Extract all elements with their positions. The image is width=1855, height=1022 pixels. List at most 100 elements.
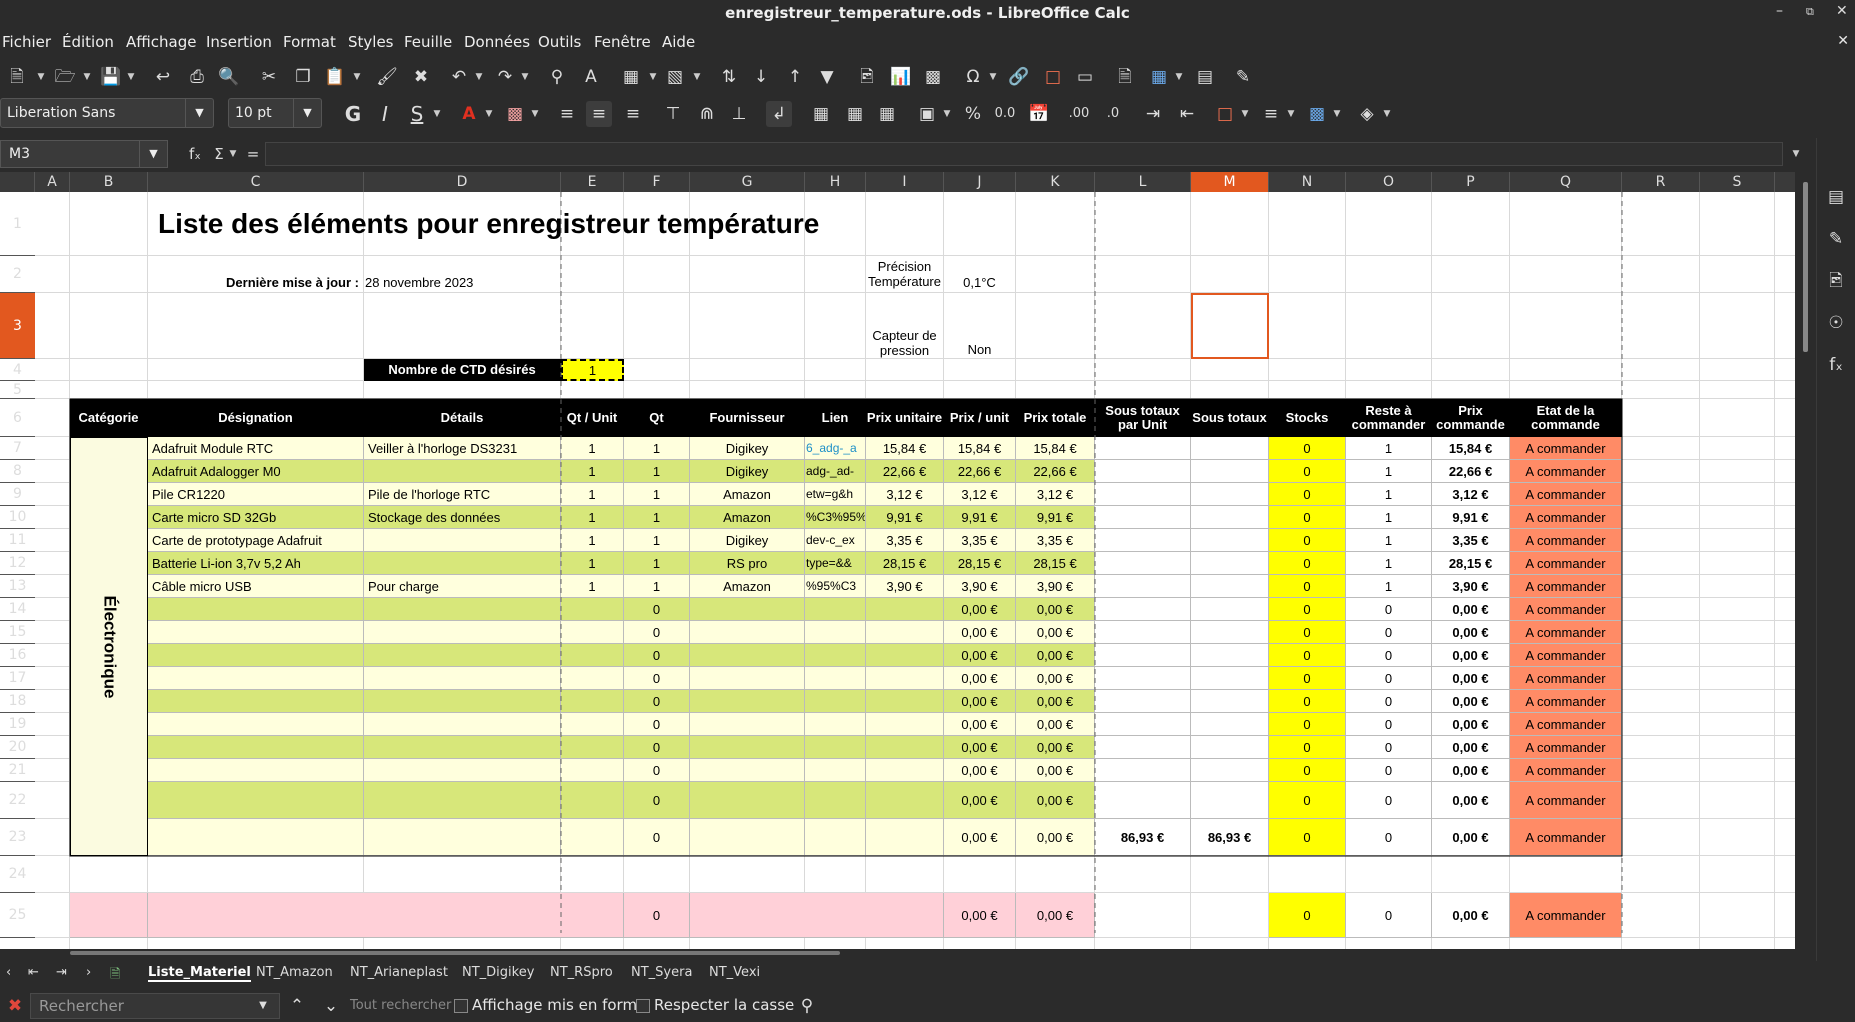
subtotal-cell[interactable] <box>1191 598 1269 621</box>
subtotal-cell[interactable] <box>1191 529 1269 552</box>
link-cell[interactable]: %C3%95% <box>805 506 866 529</box>
total-price-cell[interactable]: 0,00 € <box>1016 667 1095 690</box>
unit-price-cell[interactable]: 28,15 € <box>866 552 944 575</box>
precision-label[interactable]: Précision Température <box>866 256 944 293</box>
order-status-cell[interactable]: A commander <box>1510 483 1622 506</box>
subtotal-cell[interactable] <box>1191 437 1269 460</box>
row-header[interactable]: 16 <box>0 644 35 667</box>
border-style-icon[interactable]: ≡ <box>1258 101 1284 127</box>
link-cell[interactable]: dev-c_ex <box>805 529 866 552</box>
menu-aide[interactable]: Aide <box>662 33 695 51</box>
remaining-cell[interactable]: 1 <box>1346 483 1432 506</box>
row-header[interactable]: 23 <box>0 819 35 856</box>
remaining-cell[interactable]: 1 <box>1346 460 1432 483</box>
qt-unit-cell[interactable] <box>561 759 624 782</box>
last-update-value[interactable]: 28 novembre 2023 <box>364 256 561 293</box>
undo-icon[interactable]: ↶ <box>446 64 472 90</box>
designation-cell[interactable] <box>148 621 364 644</box>
price-per-unit-cell[interactable]: 3,12 € <box>944 483 1016 506</box>
link-cell[interactable]: %95%C3 <box>805 575 866 598</box>
number-format-icon[interactable]: 0.0 <box>992 101 1018 127</box>
pressure-value[interactable]: Non <box>944 293 1016 359</box>
supplier-cell[interactable] <box>690 819 805 856</box>
unit-price-cell[interactable]: 3,90 € <box>866 575 944 598</box>
qt-unit-cell[interactable]: 1 <box>561 437 624 460</box>
unit-price-cell[interactable] <box>866 713 944 736</box>
menu-fenetre[interactable]: Fenêtre <box>594 33 651 51</box>
scroll-last-icon[interactable]: › <box>86 965 91 980</box>
supplier-cell[interactable] <box>690 667 805 690</box>
merge-cells-icon[interactable]: ▦ <box>842 101 868 127</box>
menu-styles[interactable]: Styles <box>348 33 394 51</box>
add-sheet-icon[interactable]: 🗎 <box>110 965 120 987</box>
header-footer-icon[interactable]: ▭ <box>1072 64 1098 90</box>
price-per-unit-cell[interactable]: 3,35 € <box>944 529 1016 552</box>
find-previous-icon[interactable]: ⌃ <box>284 993 310 1019</box>
column-header[interactable]: B <box>70 172 148 192</box>
details-cell[interactable]: Pile de l'horloge RTC <box>364 483 561 506</box>
chevron-down-icon[interactable]: ▼ <box>432 101 442 127</box>
column-title[interactable]: Qt <box>624 399 690 437</box>
chevron-down-icon[interactable]: ▼ <box>293 99 321 127</box>
details-cell[interactable] <box>364 529 561 552</box>
subtotal-unit-cell[interactable] <box>1095 575 1191 598</box>
details-cell[interactable] <box>364 782 561 819</box>
row-header[interactable]: 13 <box>0 575 35 598</box>
order-status-cell[interactable]: A commander <box>1510 598 1622 621</box>
supplier-cell[interactable] <box>690 759 805 782</box>
order-price-cell[interactable]: 0,00 € <box>1432 782 1510 819</box>
total-price-cell[interactable]: 3,12 € <box>1016 483 1095 506</box>
order-price-cell[interactable]: 3,90 € <box>1432 575 1510 598</box>
subtotal-cell[interactable] <box>1191 575 1269 598</box>
split-window-icon[interactable]: ▤ <box>1192 64 1218 90</box>
stock-cell[interactable]: 0 <box>1269 819 1346 856</box>
order-status-cell[interactable]: A commander <box>1510 506 1622 529</box>
column-title[interactable]: Fournisseur <box>690 399 805 437</box>
insert-chart-icon[interactable]: 📊 <box>888 64 914 90</box>
column-header[interactable]: G <box>690 172 805 192</box>
subtotal-unit-cell[interactable] <box>1095 644 1191 667</box>
qt-unit-cell[interactable]: 1 <box>561 483 624 506</box>
subtotal-cell[interactable] <box>1191 667 1269 690</box>
stock-cell[interactable]: 0 <box>1269 437 1346 460</box>
details-cell[interactable] <box>364 819 561 856</box>
formula-input[interactable] <box>265 142 1783 166</box>
designation-cell[interactable] <box>148 759 364 782</box>
unit-price-cell[interactable] <box>866 759 944 782</box>
total-price-cell[interactable]: 0,00 € <box>1016 598 1095 621</box>
ctd-label[interactable]: Nombre de CTD désirés <box>364 359 561 381</box>
scroll-thumb[interactable] <box>70 951 840 955</box>
details-cell[interactable] <box>364 736 561 759</box>
order-price-cell[interactable]: 9,91 € <box>1432 506 1510 529</box>
menu-insertion[interactable]: Insertion <box>206 33 272 51</box>
column-header[interactable]: J <box>944 172 1016 192</box>
column-title[interactable]: Etat de la commande <box>1510 399 1622 437</box>
order-price-cell[interactable]: 0,00 € <box>1432 690 1510 713</box>
vertical-scrollbar[interactable] <box>1795 172 1816 949</box>
column-title[interactable]: Stocks <box>1269 399 1346 437</box>
subtotal-cell[interactable] <box>1191 506 1269 529</box>
order-status-cell[interactable]: A commander <box>1510 552 1622 575</box>
chevron-down-icon[interactable]: ▼ <box>648 64 658 90</box>
price-per-unit-cell[interactable]: 0,00 € <box>944 819 1016 856</box>
row-header[interactable]: 8 <box>0 460 35 483</box>
qt-unit-cell[interactable] <box>561 713 624 736</box>
total-price-cell[interactable]: 28,15 € <box>1016 552 1095 575</box>
font-name-combo[interactable]: Liberation Sans ▼ <box>0 98 214 128</box>
close-find-icon[interactable]: ✖ <box>2 993 28 1019</box>
category-cell[interactable] <box>70 893 148 938</box>
link-cell[interactable] <box>805 667 866 690</box>
order-status-cell[interactable]: A commander <box>1510 460 1622 483</box>
designation-cell[interactable] <box>148 598 364 621</box>
remaining-cell[interactable]: 0 <box>1346 621 1432 644</box>
row-header[interactable]: 5 <box>0 381 35 399</box>
chevron-down-icon[interactable]: ▼ <box>1240 101 1250 127</box>
link-cell[interactable]: etw=g&h <box>805 483 866 506</box>
sort-descending-icon[interactable]: ↑ <box>782 64 808 90</box>
restore-icon[interactable]: ⧉ <box>1806 5 1814 19</box>
italic-icon[interactable]: I <box>372 101 398 127</box>
chevron-down-icon[interactable]: ▼ <box>942 101 952 127</box>
autofilter-icon[interactable]: ▼ <box>814 64 840 90</box>
subtotal-unit-cell[interactable] <box>1095 598 1191 621</box>
sort-ascending-icon[interactable]: ↓ <box>748 64 774 90</box>
